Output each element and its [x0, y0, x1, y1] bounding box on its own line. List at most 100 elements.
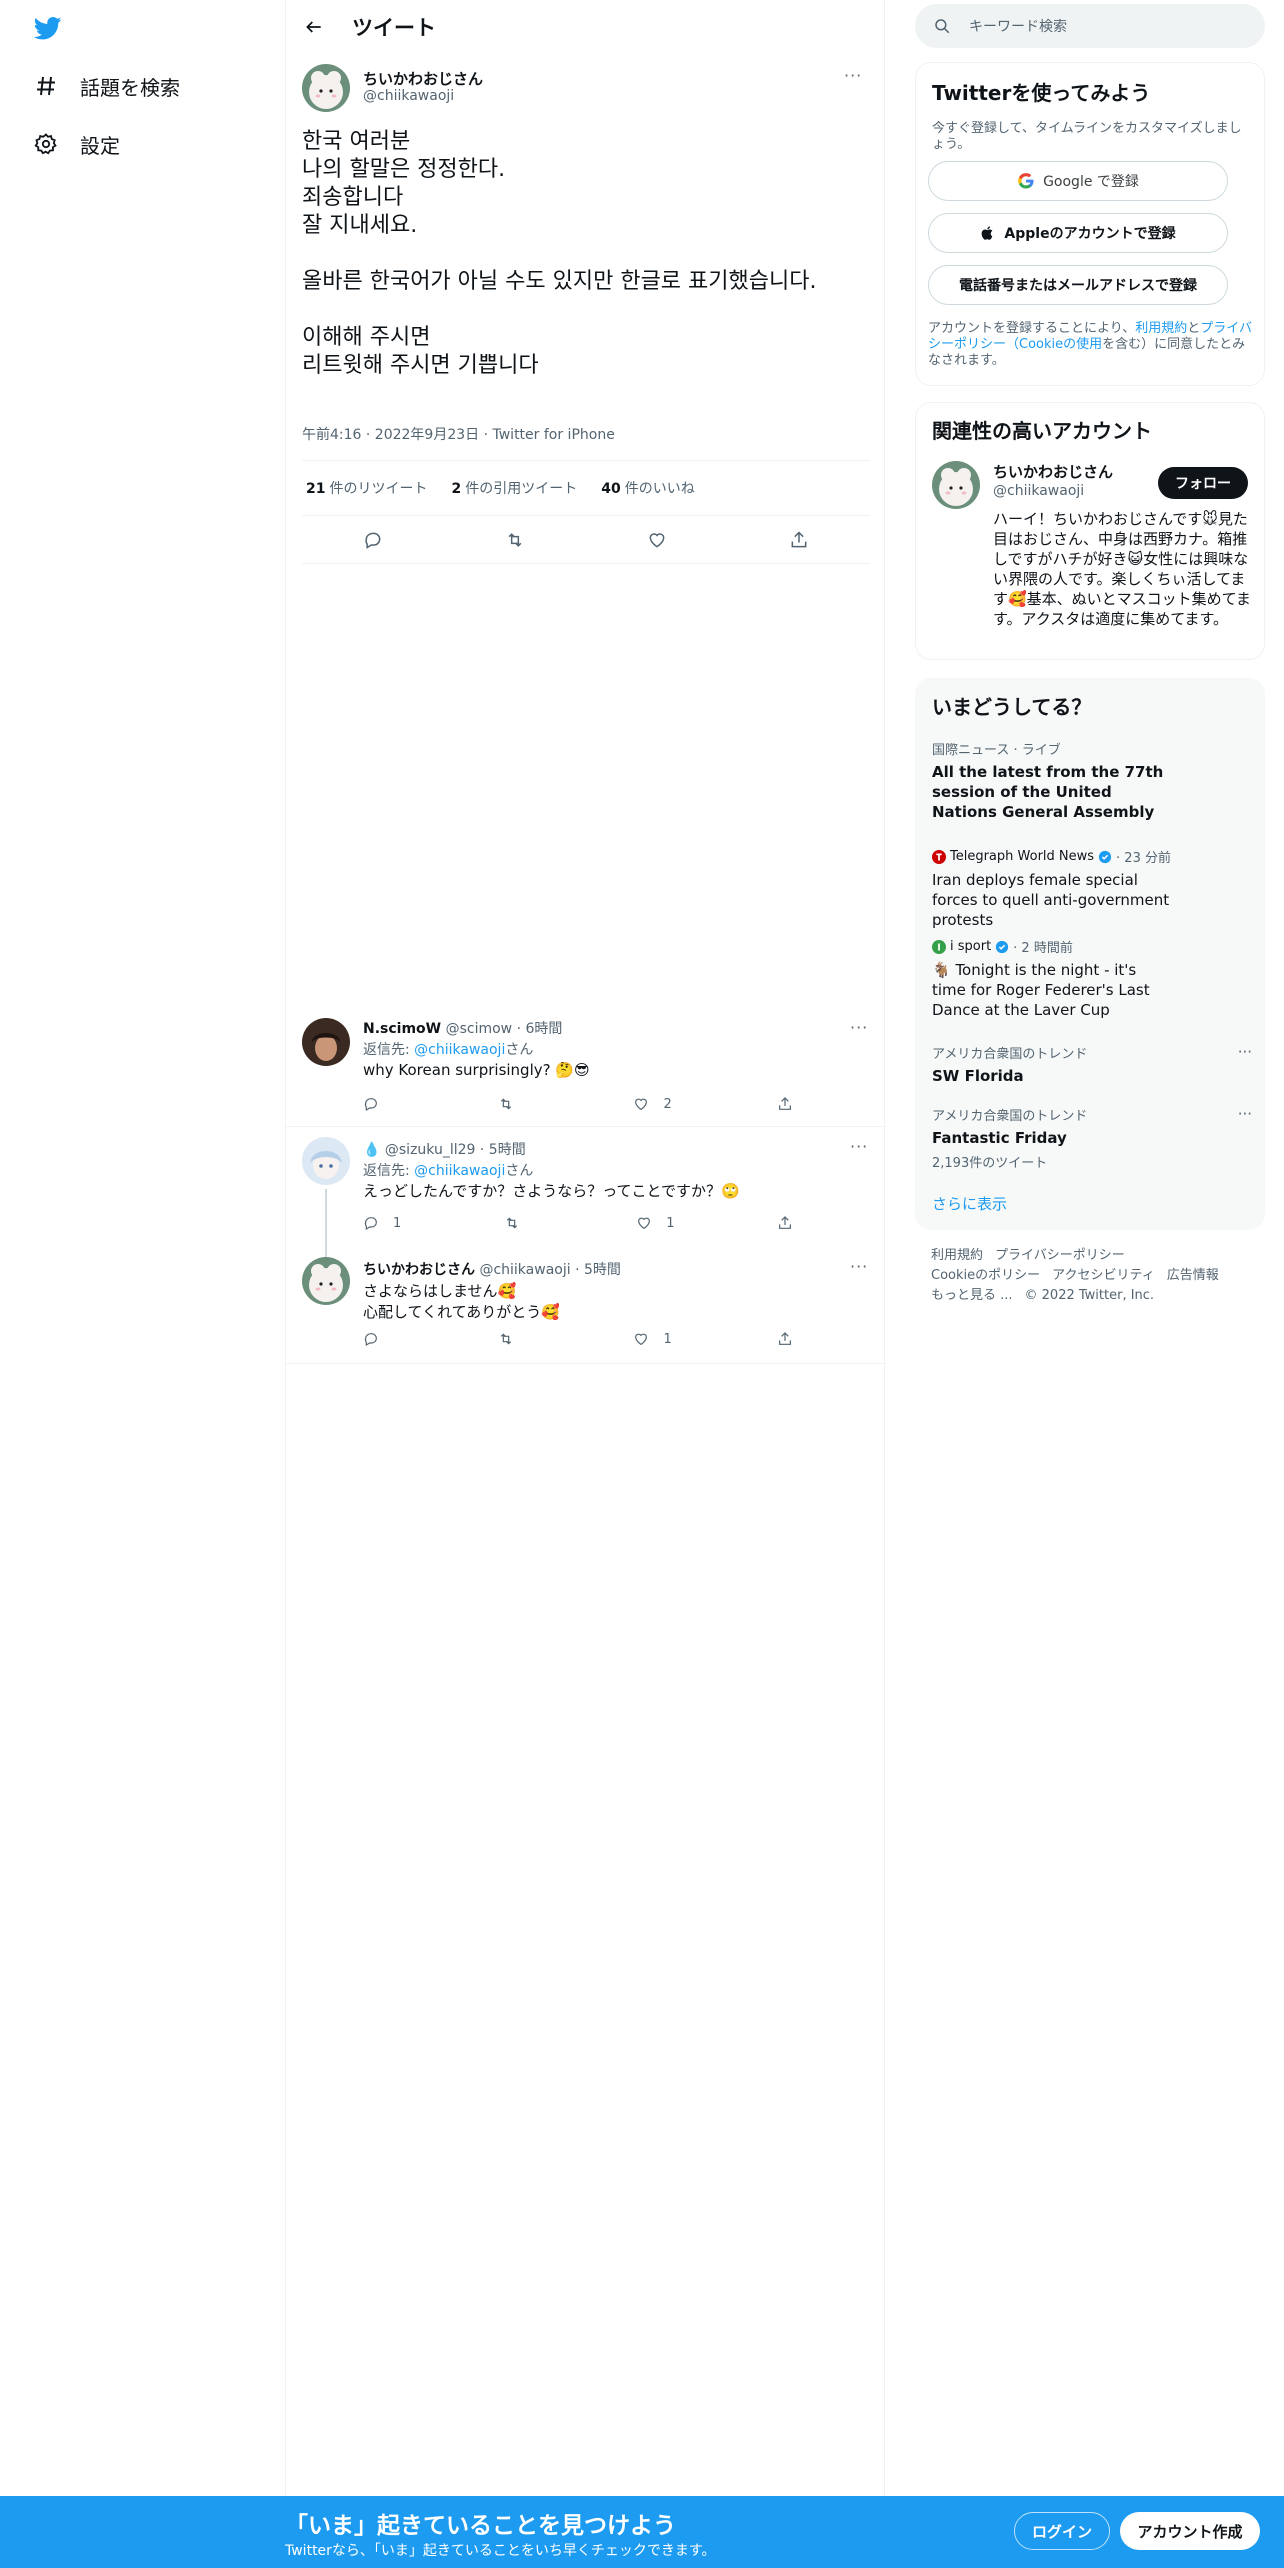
trend-title: 🐐 Tonight is the night - it's time for R… [932, 961, 1150, 1019]
left-navigation: 話題を検索 設定 [0, 0, 285, 2568]
reply-author-handle[interactable]: @sizuku_ll29 [385, 1142, 476, 1158]
google-signup-button[interactable]: Google で登録 [928, 161, 1228, 201]
footer-link[interactable]: アクセシビリティ [1052, 1268, 1155, 1283]
signup-card: Twitterを使ってみよう 今すぐ登録して、タイムラインをカスタマイズしましょ… [915, 62, 1265, 386]
reply-icon[interactable] [363, 530, 383, 550]
reply-author-name[interactable]: 💧 [363, 1142, 380, 1158]
author-name[interactable]: ちいかわおじさん [363, 68, 483, 89]
apple-signup-button[interactable]: Appleのアカウントで登録 [928, 213, 1228, 253]
like-icon[interactable] [647, 530, 667, 550]
more-options-icon[interactable]: ··· [850, 1018, 868, 1037]
verified-badge-icon [1098, 850, 1112, 864]
trend-item[interactable]: アメリカ合衆国のトレンド SW Florida ··· [932, 1043, 1252, 1086]
reply-tweet[interactable]: 💧 @sizuku_ll29 · 5時間 ··· 返信先: @chiikawao… [286, 1127, 886, 1259]
footer-link[interactable]: もっと見る ... [931, 1288, 1013, 1303]
reply-to-link[interactable]: @chiikawaoji [414, 1042, 505, 1058]
avatar[interactable] [302, 1018, 350, 1066]
follow-button[interactable]: フォロー [1158, 467, 1248, 499]
share-icon[interactable] [789, 530, 809, 550]
nav-settings[interactable]: 設定 [32, 124, 120, 164]
avatar[interactable] [302, 1137, 350, 1185]
reply-time[interactable]: · 5時間 [575, 1262, 621, 1278]
reply-author-handle[interactable]: @chiikawaoji [479, 1262, 570, 1278]
footer-copyright: © 2022 Twitter, Inc. [1024, 1288, 1155, 1303]
nav-explore[interactable]: 話題を検索 [32, 66, 180, 106]
trend-item[interactable]: アメリカ合衆国のトレンド Fantastic Friday 2,193件のツイー… [932, 1105, 1252, 1171]
reply-text: えっどしたんですか？さようなら？ってことですか？🙄 [363, 1182, 740, 1200]
tweet-stats: 21 件のリツイート 2 件の引用ツイート 40 件のいいね [302, 460, 870, 516]
more-options-icon[interactable]: ··· [1238, 1105, 1252, 1123]
reply-icon[interactable]: 1 [363, 1215, 401, 1231]
reply-icon[interactable] [363, 1096, 393, 1112]
quote-count[interactable]: 2 件の引用ツイート [451, 478, 577, 498]
avatar[interactable] [302, 1257, 350, 1305]
reply-to-link[interactable]: @chiikawaoji [414, 1163, 505, 1179]
nav-explore-label: 話題を検索 [80, 75, 180, 100]
footer-link[interactable]: プライバシーポリシー [995, 1248, 1125, 1263]
reply-tweet[interactable]: ちいかわおじさん @chiikawaoji · 5時間 ··· さよならはしませ… [286, 1247, 886, 1363]
footer-links: 利用規約 プライバシーポリシー Cookieのポリシー アクセシビリティ 広告情報 も… [931, 1246, 1271, 1306]
trend-item[interactable]: Telegraph World News · 23 分前 Iran deploy… [932, 847, 1252, 930]
retweet-icon[interactable] [498, 1096, 528, 1112]
related-name[interactable]: ちいかわおじさん [993, 461, 1113, 482]
retweet-icon[interactable] [505, 530, 525, 550]
verified-badge-icon [995, 940, 1009, 954]
more-options-icon[interactable]: ··· [850, 1257, 868, 1276]
avatar[interactable] [302, 64, 350, 112]
signup-button[interactable]: アカウント作成 [1120, 2512, 1260, 2550]
search-input[interactable]: キーワード検索 [915, 4, 1265, 48]
bottom-bar-subtitle: Twitterなら、「いま」起きていることをいち早くチェックできます。 [285, 2543, 716, 2559]
retweet-icon[interactable] [504, 1215, 534, 1231]
trend-meta: 国際ニュース · ライブ [932, 743, 1061, 758]
share-icon[interactable] [777, 1215, 793, 1231]
trend-title: Fantastic Friday [932, 1129, 1067, 1147]
reply-author-handle[interactable]: @scimow [446, 1021, 513, 1037]
reply-icon[interactable] [363, 1331, 393, 1347]
author-handle[interactable]: @chiikawaoji [363, 88, 454, 104]
phone-email-signup-button[interactable]: 電話番号またはメールアドレスで登録 [928, 265, 1228, 305]
related-handle[interactable]: @chiikawaoji [993, 483, 1084, 499]
twitter-bird-icon[interactable] [32, 14, 66, 44]
tweet-timestamp[interactable]: 午前4:16 · 2022年9月23日 · Twitter for iPhone [302, 424, 615, 444]
related-accounts-card: 関連性の高いアカウント ちいかわおじさん @chiikawaoji フォロー ハ… [915, 402, 1265, 660]
footer-link[interactable]: Cookieのポリシー [931, 1268, 1040, 1283]
reply-time[interactable]: · 6時間 [517, 1021, 563, 1037]
trend-title: Iran deploys female special forces to qu… [932, 871, 1170, 929]
footer-link[interactable]: 利用規約 [931, 1248, 983, 1263]
show-more-link[interactable]: さらに表示 [932, 1193, 1007, 1214]
like-icon[interactable]: 2 [633, 1096, 672, 1112]
reply-to-line: 返信先: @chiikawaojiさん [363, 1163, 534, 1179]
reply-author-name[interactable]: ちいかわおじさん [363, 1262, 475, 1278]
trend-item[interactable]: 国際ニュース · ライブ All the latest from the 77t… [932, 739, 1252, 822]
signup-terms: アカウントを登録することにより、利用規約とプライバシーポリシー（Cookieの使… [928, 321, 1253, 368]
trend-title: SW Florida [932, 1067, 1024, 1085]
more-options-icon[interactable]: ··· [844, 66, 862, 85]
tweet-text: 한국 여러분 나의 할말은 정정한다. 죄송합니다 잘 지내세요. 올바른 한국… [302, 129, 817, 378]
isport-logo-icon [932, 939, 946, 954]
reply-actions: 2 [363, 1096, 793, 1112]
share-icon[interactable] [777, 1331, 793, 1347]
footer-link[interactable]: 広告情報 [1167, 1268, 1219, 1283]
like-icon[interactable]: 1 [636, 1215, 675, 1231]
reply-tweet[interactable]: N.scimoW @scimow · 6時間 ··· 返信先: @chiikaw… [286, 1004, 886, 1126]
more-options-icon[interactable]: ··· [1238, 1043, 1252, 1061]
share-icon[interactable] [777, 1096, 793, 1112]
like-count[interactable]: 40 件のいいね [601, 478, 694, 498]
google-signup-label: Google で登録 [1043, 174, 1139, 190]
avatar[interactable] [932, 461, 980, 509]
terms-link[interactable]: 利用規約 [1135, 321, 1187, 336]
phone-email-signup-label: 電話番号またはメールアドレスで登録 [959, 278, 1197, 294]
reply-time[interactable]: · 5時間 [480, 1142, 526, 1158]
trends-title: いまどうしてる？ [932, 695, 1092, 719]
retweet-icon[interactable] [498, 1331, 528, 1347]
reply-to-line: 返信先: @chiikawaojiさん [363, 1042, 534, 1058]
like-icon[interactable]: 1 [633, 1331, 672, 1347]
back-arrow-icon[interactable] [296, 9, 332, 45]
reply-text: why Korean surprisingly? 🤔😎 [363, 1061, 590, 1079]
login-button[interactable]: ログイン [1014, 2512, 1110, 2550]
retweet-count[interactable]: 21 件のリツイート [306, 478, 427, 498]
trend-item[interactable]: i sport · 2 時間前 🐐 Tonight is the night -… [932, 937, 1252, 1020]
reply-author-name[interactable]: N.scimoW [363, 1021, 441, 1037]
more-options-icon[interactable]: ··· [850, 1137, 868, 1156]
telegraph-logo-icon [932, 849, 946, 864]
